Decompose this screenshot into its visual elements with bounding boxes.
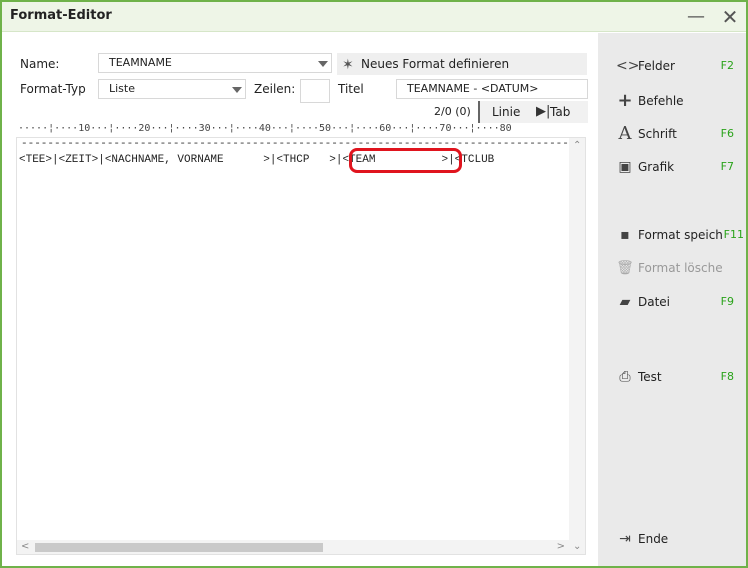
name-dropdown[interactable]: TEAMNAME: [98, 53, 332, 73]
sidebar-item-label: Schrift: [638, 127, 677, 141]
title-input[interactable]: TEAMNAME - <DATUM>: [396, 79, 588, 99]
chevron-down-icon: [318, 61, 328, 67]
main-panel: Name: TEAMNAME ✶ Neues Format definieren…: [2, 33, 598, 566]
trash-icon: 🗑: [616, 260, 634, 276]
exit-icon: ⇥: [619, 531, 631, 547]
shortcut-key: F2: [720, 59, 734, 72]
image-icon: ▣: [618, 159, 632, 175]
name-value: TEAMNAME: [109, 56, 172, 69]
separator-line: ----------------------------------------…: [21, 138, 569, 150]
sidebar-item-grafik[interactable]: ▣ Grafik F7: [616, 156, 734, 178]
new-format-button[interactable]: ✶ Neues Format definieren: [337, 53, 587, 75]
plus-icon: +: [617, 90, 633, 111]
shortcut-key: F7: [720, 160, 734, 173]
sidebar-item-label: Befehle: [638, 94, 684, 108]
sidebar-item-label: Felder: [638, 59, 675, 73]
sidebar-item-befehle[interactable]: + Befehle: [616, 90, 734, 112]
tab-arrow-icon: ▶|: [536, 104, 551, 119]
format-type-value: Liste: [109, 82, 135, 95]
scroll-down-icon[interactable]: ⌄: [573, 541, 581, 552]
shortcut-key: F6: [720, 127, 734, 140]
scroll-right-icon[interactable]: >: [557, 541, 565, 552]
sidebar-item-test[interactable]: ⎙ Test F8: [616, 366, 734, 388]
tab-button[interactable]: ▶| Tab: [534, 101, 588, 123]
format-editor-window: Format-Editor — ✕ Name: TEAMNAME ✶ Neues…: [0, 0, 748, 568]
format-type-label: Format-Typ: [20, 82, 86, 96]
sidebar-item-label: Ende: [638, 532, 669, 546]
sidebar-item-label: Grafik: [638, 160, 675, 174]
shortcut-key: F11: [723, 228, 744, 241]
team-field-highlight: [349, 148, 462, 173]
sidebar-item-label: Format lösche: [638, 261, 723, 275]
name-label: Name:: [20, 57, 60, 71]
shortcut-key: F8: [720, 370, 734, 383]
rows-input[interactable]: [300, 79, 330, 103]
shortcut-key: F9: [720, 295, 734, 308]
new-format-label: Neues Format definieren: [361, 57, 510, 71]
tab-label: Tab: [550, 105, 571, 119]
scroll-left-icon[interactable]: <: [21, 541, 29, 552]
sidebar-item-format-loeschen[interactable]: 🗑 Format lösche: [616, 257, 734, 279]
title-label: Titel: [338, 82, 364, 96]
sidebar: <> Felder F2 + Befehle A Schrift F6 ▣ Gr…: [598, 33, 746, 566]
horizontal-scroll-thumb[interactable]: [35, 543, 323, 552]
title-bar: Format-Editor — ✕: [2, 2, 746, 32]
sidebar-item-ende[interactable]: ⇥ Ende: [616, 528, 734, 550]
magic-wand-icon: ✶: [342, 57, 354, 73]
minimize-button[interactable]: —: [684, 5, 708, 29]
format-counter: 2/0 (0): [434, 105, 471, 118]
rows-label: Zeilen:: [254, 82, 296, 96]
format-type-dropdown[interactable]: Liste: [98, 79, 246, 99]
sidebar-item-label: Datei: [638, 295, 671, 309]
code-brackets-icon: <>: [616, 58, 640, 74]
sidebar-item-format-speichern[interactable]: ▪ Format speich F11: [616, 224, 744, 246]
save-icon: ▪: [620, 227, 630, 243]
sidebar-item-schrift[interactable]: A Schrift F6: [616, 123, 735, 145]
chevron-down-icon: [232, 87, 242, 93]
vertical-scrollbar[interactable]: ⌃ ⌄: [569, 138, 585, 554]
close-button[interactable]: ✕: [718, 5, 742, 29]
scroll-up-icon[interactable]: ⌃: [573, 140, 581, 151]
sidebar-item-felder[interactable]: <> Felder F2: [616, 55, 734, 77]
printer-icon: ⎙: [619, 369, 631, 385]
sidebar-item-label: Test: [638, 370, 662, 384]
font-icon: A: [618, 123, 632, 144]
sidebar-item-label: Format speich: [638, 228, 723, 242]
format-editor-area[interactable]: ----------------------------------------…: [16, 137, 586, 555]
line-label: Linie: [492, 105, 521, 119]
horizontal-scrollbar[interactable]: < >: [17, 540, 569, 554]
folder-search-icon: ▰: [619, 294, 631, 310]
sidebar-item-datei[interactable]: ▰ Datei F9: [616, 291, 734, 313]
line-button[interactable]: Linie: [478, 101, 534, 123]
window-title: Format-Editor: [10, 8, 112, 23]
